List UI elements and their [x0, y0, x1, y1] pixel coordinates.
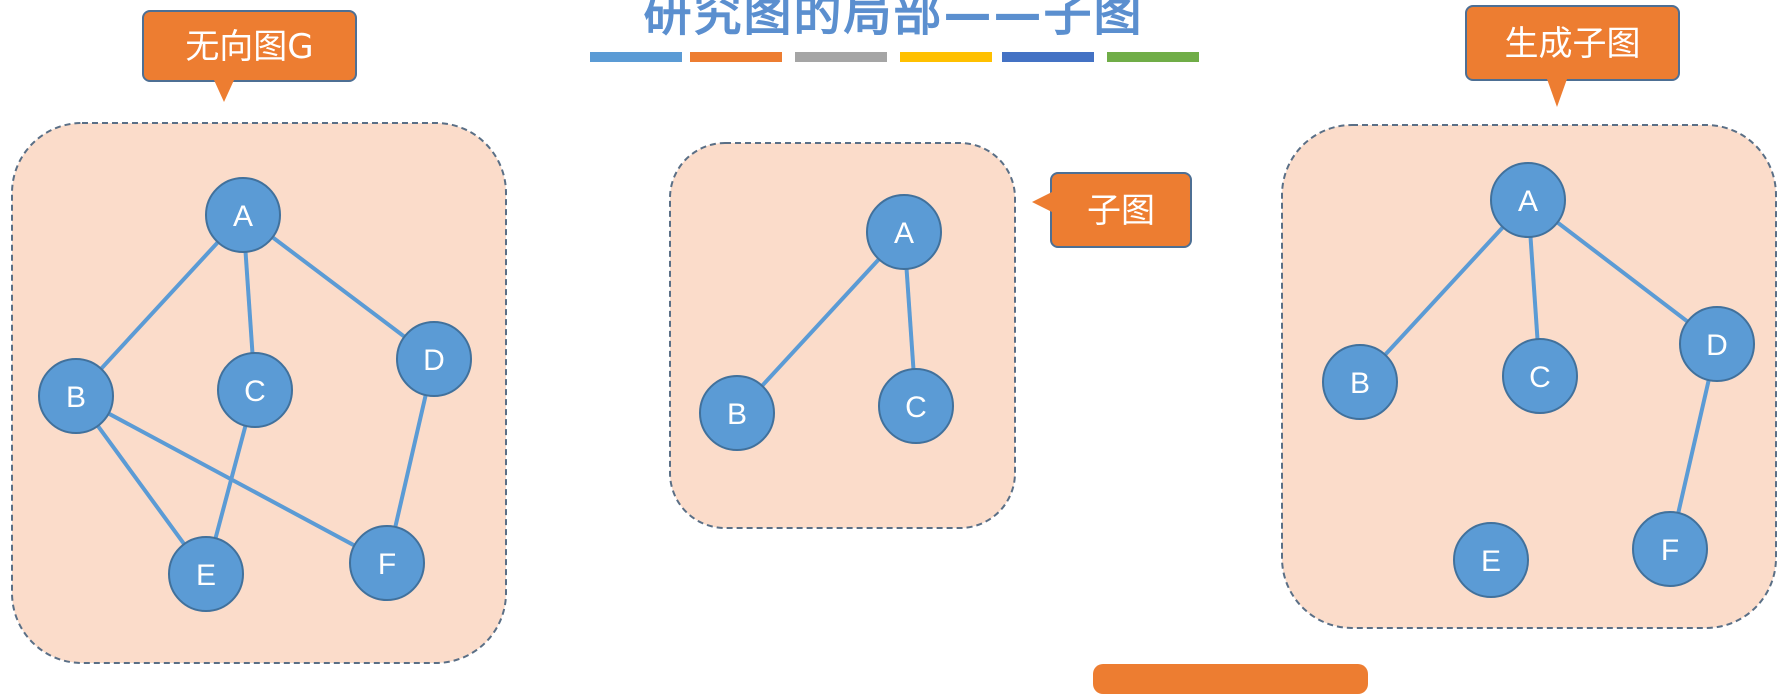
node-label-A: A [233, 200, 253, 233]
spanning-subgraph: A B C D E F [1281, 124, 1777, 629]
node-label-E: E [196, 559, 216, 592]
graph-diagrams: A B C D E F A B C A B C D E F [11, 122, 1777, 664]
node-label-B: B [66, 381, 86, 414]
undirected-graph-g: A B C D E F [11, 122, 507, 664]
subgraph: A B C [669, 142, 1016, 529]
callout-subgraph: 子图 [1032, 172, 1192, 248]
node-label-B: B [1350, 367, 1370, 400]
bottom-callout-partial [1093, 664, 1368, 694]
node-label-F: F [1661, 534, 1679, 567]
node-label-C: C [905, 391, 927, 424]
node-label-A: A [1518, 185, 1538, 218]
node-label-D: D [1706, 329, 1728, 362]
node-label-C: C [244, 375, 266, 408]
node-label-F: F [378, 548, 396, 581]
node-label-D: D [423, 344, 445, 377]
node-label-B: B [727, 398, 747, 431]
node-label-C: C [1529, 361, 1551, 394]
callout-undirected-graph: 无向图G [142, 10, 357, 102]
callout-spanning-subgraph: 生成子图 [1465, 5, 1680, 107]
node-label-A: A [894, 217, 914, 250]
subgraph-panel [669, 142, 1016, 529]
node-label-E: E [1481, 545, 1501, 578]
